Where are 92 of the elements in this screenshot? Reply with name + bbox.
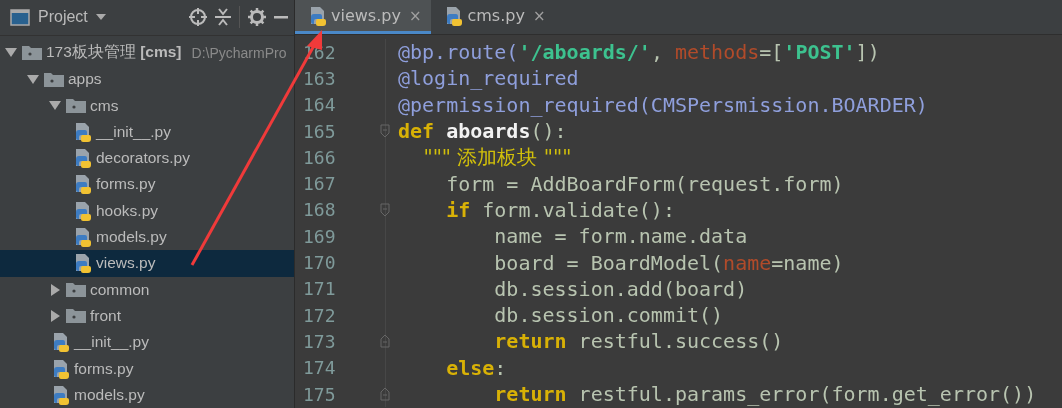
- code-line: else:: [445, 354, 508, 381]
- python-file-icon: [74, 253, 92, 274]
- tree-item[interactable]: decorators.py: [0, 145, 294, 172]
- code-line: board = BoardModel(name=name): [493, 249, 845, 276]
- python-file-icon: [309, 5, 327, 26]
- tree-item[interactable]: forms.py: [0, 355, 294, 382]
- tree-item[interactable]: views.py: [0, 250, 294, 277]
- minimize-icon[interactable]: [274, 15, 288, 20]
- code-line: db.session.commit(): [493, 302, 725, 329]
- python-file-icon: [445, 5, 464, 26]
- line-number: 170: [303, 252, 336, 273]
- close-tab-button[interactable]: ×: [408, 6, 422, 25]
- python-file-icon: [52, 332, 70, 353]
- item-label: __init__.py: [96, 122, 171, 141]
- code-line: def aboards():: [398, 118, 568, 145]
- item-label: __init__.py: [74, 333, 149, 352]
- line-number: 166: [303, 146, 336, 168]
- file-tab[interactable]: cms.py ×: [431, 0, 556, 34]
- code-line: @bp.route('/aboards/', methods=['POST']): [398, 39, 881, 66]
- folder-icon: [66, 282, 86, 298]
- line-number: 167: [303, 173, 336, 195]
- settings-icon[interactable]: [248, 8, 266, 27]
- folder-icon: [66, 308, 86, 324]
- item-label: apps: [68, 70, 102, 89]
- tree-item[interactable]: models.py: [0, 223, 294, 251]
- item-label: 173板块管理 [cms]: [46, 42, 182, 63]
- item-label: forms.py: [74, 359, 134, 378]
- code-line: form = AddBoardForm(request.form): [445, 170, 845, 197]
- code-line: if form.validate():: [445, 196, 676, 224]
- window-icon: [10, 8, 30, 26]
- item-label: views.py: [96, 254, 156, 273]
- line-number: 172: [303, 304, 336, 326]
- fold-marker-icon[interactable]: [380, 387, 390, 401]
- tree-item[interactable]: front: [0, 302, 294, 330]
- fold-marker-icon[interactable]: [380, 334, 390, 349]
- fold-marker-icon[interactable]: [380, 202, 390, 217]
- tree-item[interactable]: 173板块管理 [cms] D:\PycharmPro: [0, 39, 294, 67]
- crosshair-icon[interactable]: [189, 8, 207, 27]
- line-number: 168: [303, 199, 336, 221]
- line-number: 164: [303, 94, 336, 116]
- item-label: models.py: [74, 385, 145, 404]
- dropdown-caret-icon[interactable]: [95, 14, 106, 21]
- item-label: hooks.py: [96, 201, 159, 220]
- item-label: cms: [90, 96, 119, 115]
- collapsed-arrow-icon[interactable]: [50, 283, 60, 296]
- item-label: front: [90, 306, 121, 325]
- line-number: 174: [303, 357, 336, 379]
- folder-icon: [44, 71, 64, 87]
- line-number: 163: [303, 67, 336, 89]
- python-file-icon: [74, 227, 92, 248]
- fold-marker-icon[interactable]: [380, 124, 390, 139]
- expanded-arrow-icon[interactable]: [5, 48, 17, 58]
- line-number: 169: [303, 225, 336, 247]
- tree-item[interactable]: cms: [0, 92, 294, 119]
- item-label: forms.py: [96, 175, 156, 194]
- python-file-icon: [52, 358, 70, 379]
- tree-item[interactable]: hooks.py: [0, 197, 294, 224]
- panel-title[interactable]: Project: [38, 8, 88, 27]
- python-file-icon: [74, 121, 92, 142]
- expanded-arrow-icon[interactable]: [49, 101, 61, 111]
- file-tab[interactable]: views.py ×: [295, 0, 432, 34]
- code-line: """ 添加板块 """: [422, 144, 573, 171]
- collapsed-arrow-icon[interactable]: [50, 309, 60, 322]
- python-file-icon: [74, 174, 92, 195]
- folder-icon: [22, 45, 42, 61]
- collapse-all-icon[interactable]: [215, 8, 231, 27]
- tree-item[interactable]: common: [0, 276, 294, 303]
- tree-item[interactable]: models.py: [0, 381, 294, 408]
- line-number: 175: [303, 383, 336, 405]
- close-tab-button[interactable]: ×: [532, 6, 546, 25]
- python-file-icon: [52, 384, 70, 405]
- item-label: models.py: [96, 228, 167, 247]
- line-number: 171: [303, 278, 336, 300]
- code-line: db.session.add(board): [493, 275, 749, 302]
- expanded-arrow-icon[interactable]: [27, 74, 39, 84]
- code-line: return restful.params_error(form.get_error()): [493, 381, 1037, 408]
- tree-item[interactable]: __init__.py: [0, 329, 294, 356]
- tree-item[interactable]: apps: [0, 66, 294, 93]
- code-line: return restful.success(): [493, 328, 785, 355]
- folder-icon: [66, 98, 86, 114]
- tree-item[interactable]: __init__.py: [0, 118, 294, 146]
- line-number: 173: [303, 330, 336, 352]
- line-number: 165: [303, 120, 336, 142]
- item-label: common: [90, 280, 150, 299]
- project-path: D:\PycharmPro: [191, 45, 287, 61]
- code-line: @permission_required(CMSPersmission.BOARDER): [398, 91, 929, 118]
- item-label: decorators.py: [96, 149, 190, 168]
- python-file-icon: [74, 200, 92, 221]
- code-line: name = form.name.data: [493, 223, 749, 250]
- python-file-icon: [74, 148, 92, 169]
- tree-item[interactable]: forms.py: [0, 171, 294, 198]
- code-line: @login_required: [398, 65, 580, 92]
